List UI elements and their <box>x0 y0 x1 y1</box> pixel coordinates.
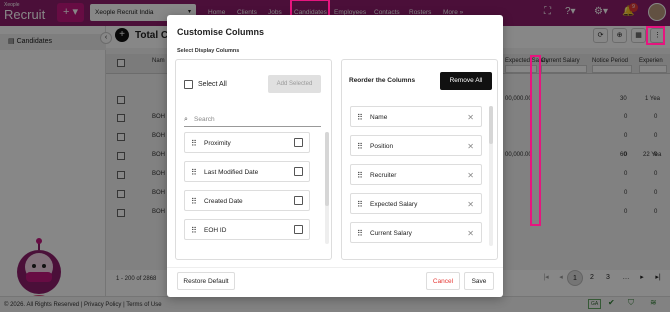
dialog-footer-divider <box>167 267 503 268</box>
remove-all-button[interactable]: Remove All <box>440 72 492 90</box>
column-label: Recruiter <box>370 172 397 179</box>
available-column-item[interactable]: ⠿ Proximity <box>184 132 310 153</box>
close-icon[interactable]: ✕ <box>467 223 474 244</box>
column-label: Last Modified Date <box>204 169 259 176</box>
add-selected-button[interactable]: Add Selected <box>268 75 321 93</box>
drag-handle-icon[interactable]: ⠿ <box>357 223 363 244</box>
selected-columns-panel: Reorder the Columns Remove All ⠿ Name ✕ … <box>341 59 498 260</box>
drag-handle-icon[interactable]: ⠿ <box>191 220 197 241</box>
selected-column-item[interactable]: ⠿ Current Salary ✕ <box>350 222 482 243</box>
select-all-checkbox[interactable] <box>184 80 193 89</box>
search-icon: ⌕ <box>184 116 188 123</box>
column-label: Proximity <box>204 140 231 147</box>
column-checkbox[interactable] <box>294 138 303 147</box>
search-input[interactable]: ⌕ Search <box>184 112 321 127</box>
cancel-button[interactable]: Cancel <box>426 272 460 290</box>
close-icon[interactable]: ✕ <box>467 165 474 186</box>
column-checkbox[interactable] <box>294 196 303 205</box>
drag-handle-icon[interactable]: ⠿ <box>357 136 363 157</box>
column-label: Position <box>370 143 394 150</box>
close-icon[interactable]: ✕ <box>467 194 474 215</box>
highlight-box <box>530 55 541 226</box>
drag-handle-icon[interactable]: ⠿ <box>357 107 363 128</box>
selected-column-item[interactable]: ⠿ Expected Salary ✕ <box>350 193 482 214</box>
customise-columns-dialog: Customise Columns Select Display Columns… <box>167 15 503 297</box>
drag-handle-icon[interactable]: ⠿ <box>191 191 197 212</box>
search-placeholder: Search <box>194 116 215 123</box>
drag-handle-icon[interactable]: ⠿ <box>357 165 363 186</box>
selected-column-item[interactable]: ⠿ Name ✕ <box>350 106 482 127</box>
close-icon[interactable]: ✕ <box>467 136 474 157</box>
available-column-item[interactable]: ⠿ Last Modified Date <box>184 161 310 182</box>
drag-handle-icon[interactable]: ⠿ <box>191 162 197 183</box>
selected-column-item[interactable]: ⠿ Recruiter ✕ <box>350 164 482 185</box>
scrollbar-thumb[interactable] <box>325 132 329 206</box>
select-all-row[interactable]: Select All <box>184 80 227 89</box>
scrollbar-thumb[interactable] <box>489 106 493 144</box>
highlight-box <box>646 26 665 45</box>
column-label: Expected Salary <box>370 201 418 208</box>
available-columns-panel: Select All Add Selected ⌕ Search ⠿ Proxi… <box>175 59 332 260</box>
dialog-title: Customise Columns <box>177 27 265 37</box>
drag-handle-icon[interactable]: ⠿ <box>357 194 363 215</box>
column-checkbox[interactable] <box>294 167 303 176</box>
column-label: Current Salary <box>370 230 412 237</box>
save-button[interactable]: Save <box>464 272 494 290</box>
column-label: Created Date <box>204 198 243 205</box>
column-checkbox[interactable] <box>294 225 303 234</box>
available-column-item[interactable]: ⠿ Created Date <box>184 190 310 211</box>
column-label: EOH ID <box>204 227 227 234</box>
available-column-item[interactable]: ⠿ EOH ID <box>184 219 310 240</box>
reorder-title: Reorder the Columns <box>349 77 416 84</box>
restore-default-button[interactable]: Restore Default <box>177 272 235 290</box>
drag-handle-icon[interactable]: ⠿ <box>191 133 197 154</box>
close-icon[interactable]: ✕ <box>467 107 474 128</box>
dialog-subtitle: Select Display Columns <box>177 48 240 54</box>
selected-column-item[interactable]: ⠿ Position ✕ <box>350 135 482 156</box>
select-all-label: Select All <box>197 81 227 89</box>
column-label: Name <box>370 114 388 121</box>
